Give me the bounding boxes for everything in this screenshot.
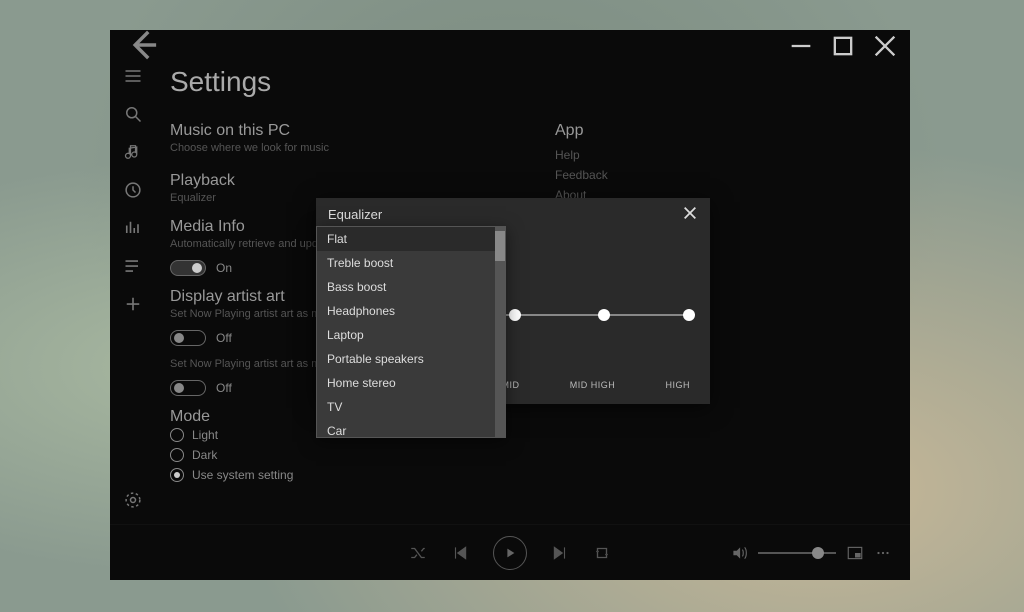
play-button[interactable] [493,536,527,570]
close-icon [682,205,698,224]
app-link-help[interactable]: Help [555,148,880,162]
app-link-feedback[interactable]: Feedback [555,168,880,182]
mediainfo-toggle[interactable] [170,260,206,276]
search-icon[interactable] [123,104,143,124]
mode-option-dark[interactable]: Dark [170,448,495,462]
miniplayer-button[interactable] [846,544,864,562]
eq-band-high[interactable] [683,309,695,321]
eq-band-midhigh[interactable] [598,309,610,321]
mode-label-dark: Dark [192,448,217,462]
displayart-lock-toggle[interactable] [170,330,206,346]
dropdown-scrollbar[interactable] [495,227,505,437]
preset-portable-speakers[interactable]: Portable speakers [317,347,505,371]
minimize-button[interactable] [780,32,822,60]
dropdown-scroll-thumb[interactable] [495,231,505,261]
sidebar [110,62,156,524]
previous-button[interactable] [451,544,469,562]
repeat-button[interactable] [593,544,611,562]
close-button[interactable] [864,32,906,60]
displayart-lock-label: Off [216,331,232,345]
playlists-icon[interactable] [123,256,143,276]
preset-car[interactable]: Car [317,419,505,438]
titlebar [110,30,910,62]
equalizer-close-button[interactable] [682,206,698,222]
equalizer-title: Equalizer [328,207,382,222]
shuffle-button[interactable] [409,544,427,562]
mode-option-system[interactable]: Use system setting [170,468,495,482]
recent-icon[interactable] [123,180,143,200]
gear-icon[interactable] [123,490,143,510]
radio-icon [170,468,184,482]
displayart-wall-label: Off [216,381,232,395]
more-button[interactable] [874,544,892,562]
displayart-wall-toggle[interactable] [170,380,206,396]
volume-slider[interactable] [758,552,836,554]
mode-label-system: Use system setting [192,468,293,482]
radio-icon [170,428,184,442]
equalizer-preset-dropdown[interactable]: Flat Treble boost Bass boost Headphones … [316,226,506,438]
preset-bass-boost[interactable]: Bass boost [317,275,505,299]
playback-section-header: Playback [170,172,495,190]
volume-icon[interactable] [730,544,748,562]
preset-flat[interactable]: Flat [317,227,505,251]
music-section-header: Music on this PC [170,122,495,140]
preset-tv[interactable]: TV [317,395,505,419]
add-icon[interactable] [123,294,143,314]
app-section-header: App [555,122,880,140]
radio-icon [170,448,184,462]
playbar [110,524,910,580]
eq-label-high: HIGH [665,380,690,390]
nowplaying-icon[interactable] [123,218,143,238]
page-title: Settings [170,66,880,98]
music-icon[interactable] [123,142,143,162]
preset-laptop[interactable]: Laptop [317,323,505,347]
mode-label-light: Light [192,428,218,442]
eq-label-midhigh: MID HIGH [570,380,616,390]
hamburger-icon[interactable] [123,66,143,86]
back-button[interactable] [122,32,164,60]
next-button[interactable] [551,544,569,562]
mediainfo-toggle-label: On [216,261,232,275]
maximize-button[interactable] [822,32,864,60]
music-section-sub: Choose where we look for music [170,142,495,154]
preset-treble-boost[interactable]: Treble boost [317,251,505,275]
eq-band-mid[interactable] [509,309,521,321]
preset-headphones[interactable]: Headphones [317,299,505,323]
preset-home-stereo[interactable]: Home stereo [317,371,505,395]
